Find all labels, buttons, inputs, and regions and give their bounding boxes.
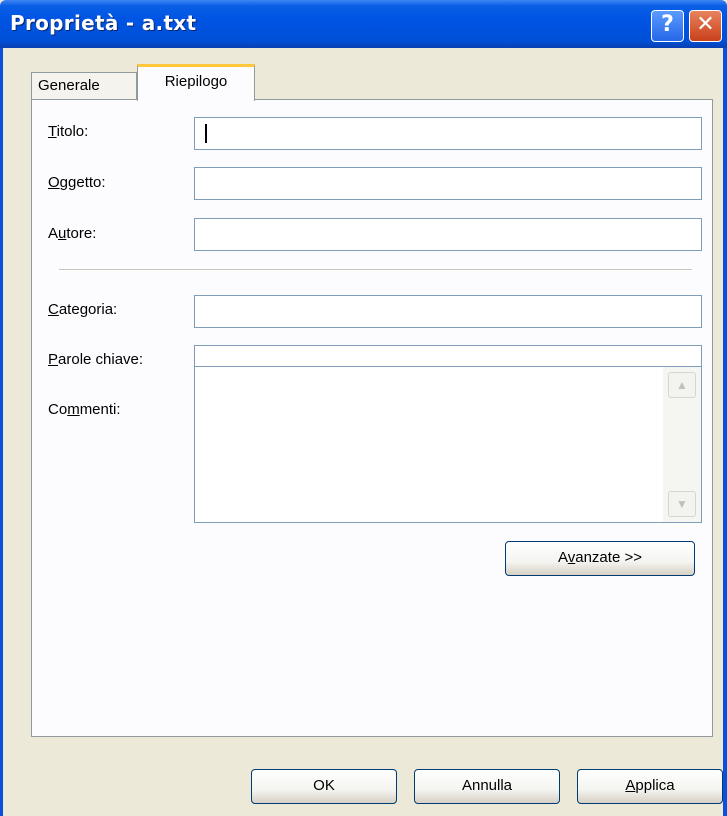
autore-field[interactable]	[194, 218, 702, 251]
tab-riepilogo[interactable]: Riepilogo	[137, 64, 255, 101]
chevron-up-icon: ▲	[676, 378, 688, 392]
section-separator	[59, 269, 692, 271]
tab-riepilogo-label: Riepilogo	[164, 73, 228, 90]
tab-generale-label: Generale	[38, 77, 100, 94]
annulla-button[interactable]: Annulla	[414, 769, 560, 804]
help-icon: ?	[661, 12, 674, 37]
titolo-field[interactable]	[194, 117, 702, 150]
text-caret	[205, 124, 207, 143]
close-button[interactable]: ✕	[689, 10, 722, 42]
parole-chiave-label: Parole chiave:	[48, 351, 144, 368]
categoria-field[interactable]	[194, 295, 702, 328]
scroll-down-button[interactable]: ▼	[668, 491, 696, 517]
window-frame-left	[0, 48, 3, 816]
commenti-scrollbar[interactable]: ▲ ▼	[663, 367, 701, 522]
properties-dialog: Proprietà - a.txt ? ✕ Generale Riepilogo…	[0, 0, 727, 816]
window-frame-right	[723, 48, 727, 816]
chevron-down-icon: ▼	[676, 497, 688, 511]
avanzate-button[interactable]: Avanzate >>	[505, 541, 695, 576]
ok-button[interactable]: OK	[251, 769, 397, 804]
oggetto-label: Oggetto:	[48, 174, 106, 191]
help-button[interactable]: ?	[651, 10, 684, 42]
scroll-up-button[interactable]: ▲	[668, 372, 696, 398]
commenti-label: Commenti:	[48, 401, 121, 418]
commenti-textarea[interactable]: ▲ ▼	[194, 366, 702, 523]
applica-button[interactable]: Applica	[577, 769, 723, 804]
oggetto-field[interactable]	[194, 167, 702, 200]
tab-generale[interactable]: Generale	[31, 72, 137, 100]
window-title: Proprietà - a.txt	[10, 11, 197, 35]
close-icon: ✕	[696, 12, 715, 37]
titolo-label: Titolo:	[48, 123, 89, 140]
title-bar[interactable]: Proprietà - a.txt ? ✕	[0, 0, 727, 48]
categoria-label: Categoria:	[48, 301, 118, 318]
autore-label: Autore:	[48, 225, 97, 242]
